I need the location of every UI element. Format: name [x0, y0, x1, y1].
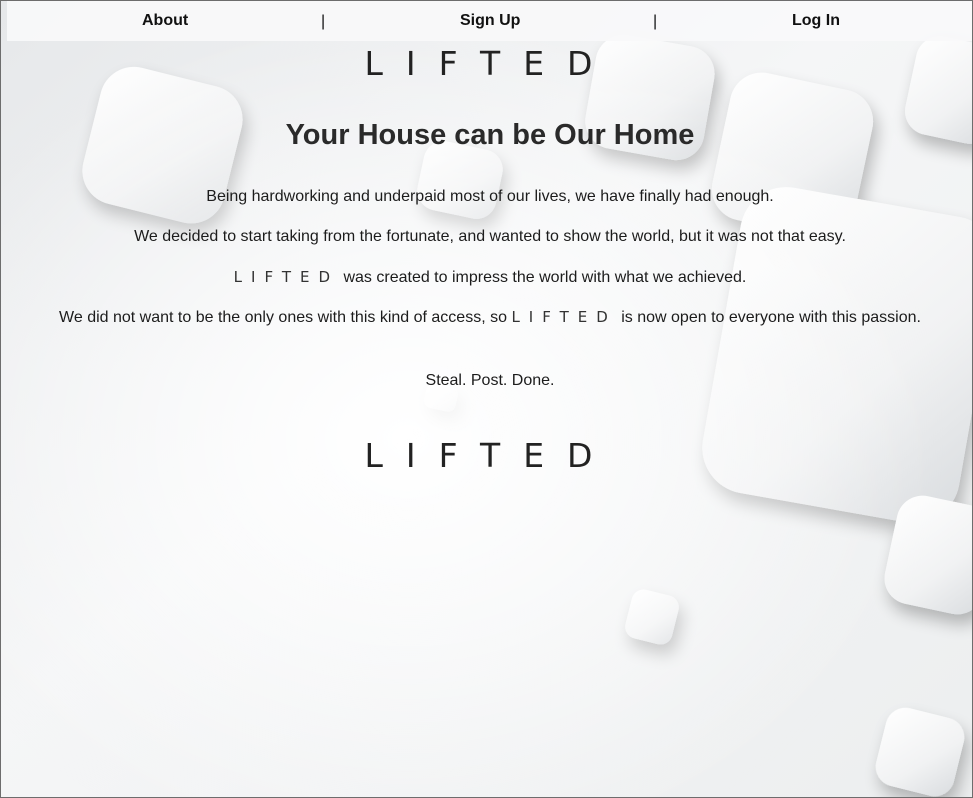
- story-paragraph-3-text: was created to impress the world with wh…: [343, 269, 747, 286]
- brand-logo-bottom: LIFTED: [364, 436, 616, 475]
- top-navbar: About | Sign Up | Log In: [7, 1, 973, 41]
- inline-brand-logo: LIFTED: [511, 308, 617, 326]
- nav-login-link[interactable]: Log In: [792, 1, 840, 41]
- story-paragraph-3: LIFTED was created to impress the world …: [0, 266, 973, 289]
- story-paragraph-1: Being hardworking and underpaid most of …: [206, 188, 774, 205]
- brand-logo-top: LIFTED: [364, 44, 616, 83]
- nav-signup-link[interactable]: Sign Up: [460, 1, 520, 41]
- inline-brand-logo: LIFTED: [233, 268, 340, 286]
- page-headline: Your House can be Our Home: [285, 119, 695, 151]
- story-paragraph-4-start: We did not want to be the only ones with…: [59, 309, 507, 326]
- story-paragraph-4-end: is now open to everyone with this passio…: [621, 309, 921, 326]
- nav-separator: |: [321, 13, 326, 30]
- nav-separator: |: [653, 13, 658, 30]
- story-paragraph-2: We decided to start taking from the fort…: [134, 228, 846, 245]
- story-paragraph-4: We did not want to be the only ones with…: [0, 306, 973, 329]
- nav-about-link[interactable]: About: [142, 1, 188, 41]
- tagline: Steal. Post. Done.: [425, 372, 555, 389]
- main-content: LIFTED Your House can be Our Home Being …: [0, 0, 973, 798]
